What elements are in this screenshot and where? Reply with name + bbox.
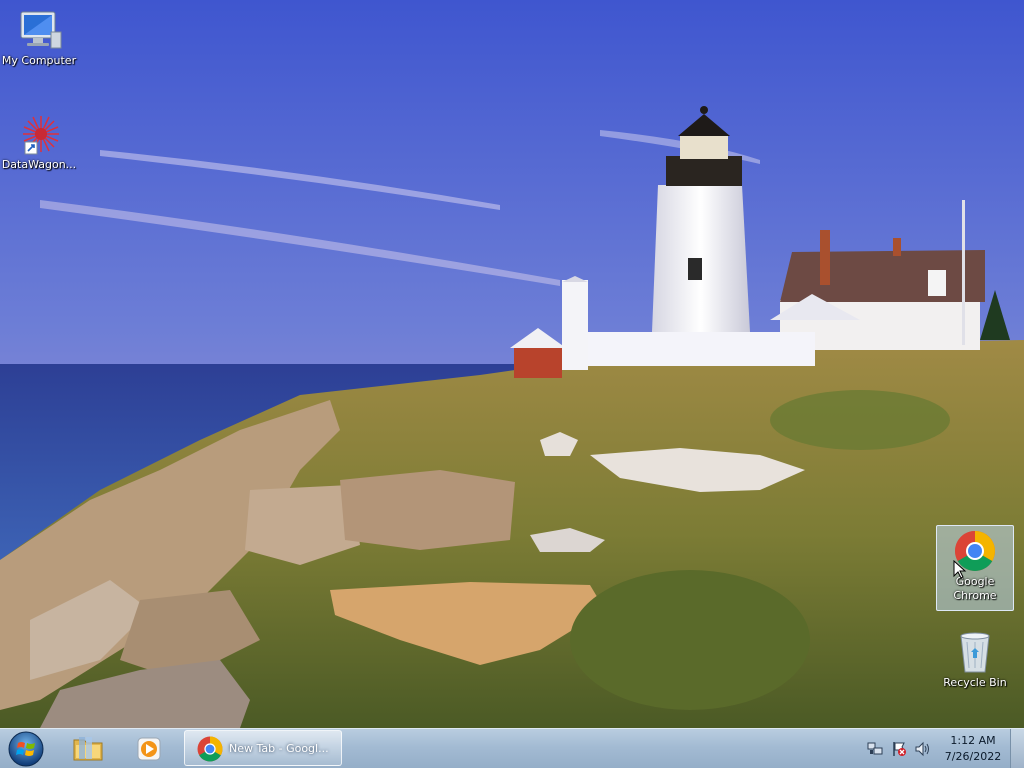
desktop-icon-label: DataWagon... — [1, 158, 77, 171]
computer-icon — [15, 8, 63, 52]
taskbar-clock[interactable]: 1:12 AM 7/26/2022 — [940, 733, 1006, 765]
volume-icon — [915, 741, 929, 757]
tray-volume[interactable] — [914, 740, 932, 758]
taskbar: New Tab - Googl... 1:12 AM 7/26/2022 — [0, 728, 1024, 768]
desktop-wallpaper — [0, 0, 1024, 728]
media-player-icon — [137, 737, 161, 761]
desktop-icon-label: My Computer — [1, 54, 77, 67]
file-explorer-icon — [73, 737, 103, 761]
network-icon — [867, 742, 883, 755]
tray-action-center[interactable] — [890, 740, 908, 758]
clock-time: 1:12 AM — [950, 734, 996, 747]
taskbar-task-chrome[interactable]: New Tab - Googl... — [184, 730, 342, 766]
action-center-flag-icon — [893, 742, 906, 756]
clock-date: 7/26/2022 — [944, 750, 1002, 763]
datawagon-shortcut-icon — [15, 112, 63, 156]
desktop-icon-label-line1: Google — [955, 575, 995, 588]
show-desktop-button[interactable] — [1010, 729, 1024, 768]
recycle-bin-icon — [951, 630, 999, 674]
desktop-icon-label-line2: Chrome — [953, 589, 997, 602]
mouse-cursor — [953, 560, 967, 579]
desktop-icon-datawagon[interactable]: DataWagon... — [0, 112, 78, 172]
taskbar-pinned-file-explorer[interactable] — [62, 731, 114, 765]
desktop-icon-google-chrome[interactable]: Google Chrome — [936, 525, 1014, 611]
desktop-icon-recycle-bin[interactable]: Recycle Bin — [936, 630, 1014, 690]
windows-start-orb-icon — [8, 731, 44, 767]
desktop-icon-my-computer[interactable]: My Computer — [0, 8, 78, 68]
taskbar-task-label: New Tab - Googl... — [229, 742, 329, 755]
tray-network[interactable] — [866, 740, 884, 758]
desktop-icon-label: Recycle Bin — [943, 676, 1007, 689]
chrome-icon — [197, 736, 223, 762]
taskbar-pinned-media-player[interactable] — [122, 731, 174, 765]
start-button[interactable] — [6, 731, 46, 767]
